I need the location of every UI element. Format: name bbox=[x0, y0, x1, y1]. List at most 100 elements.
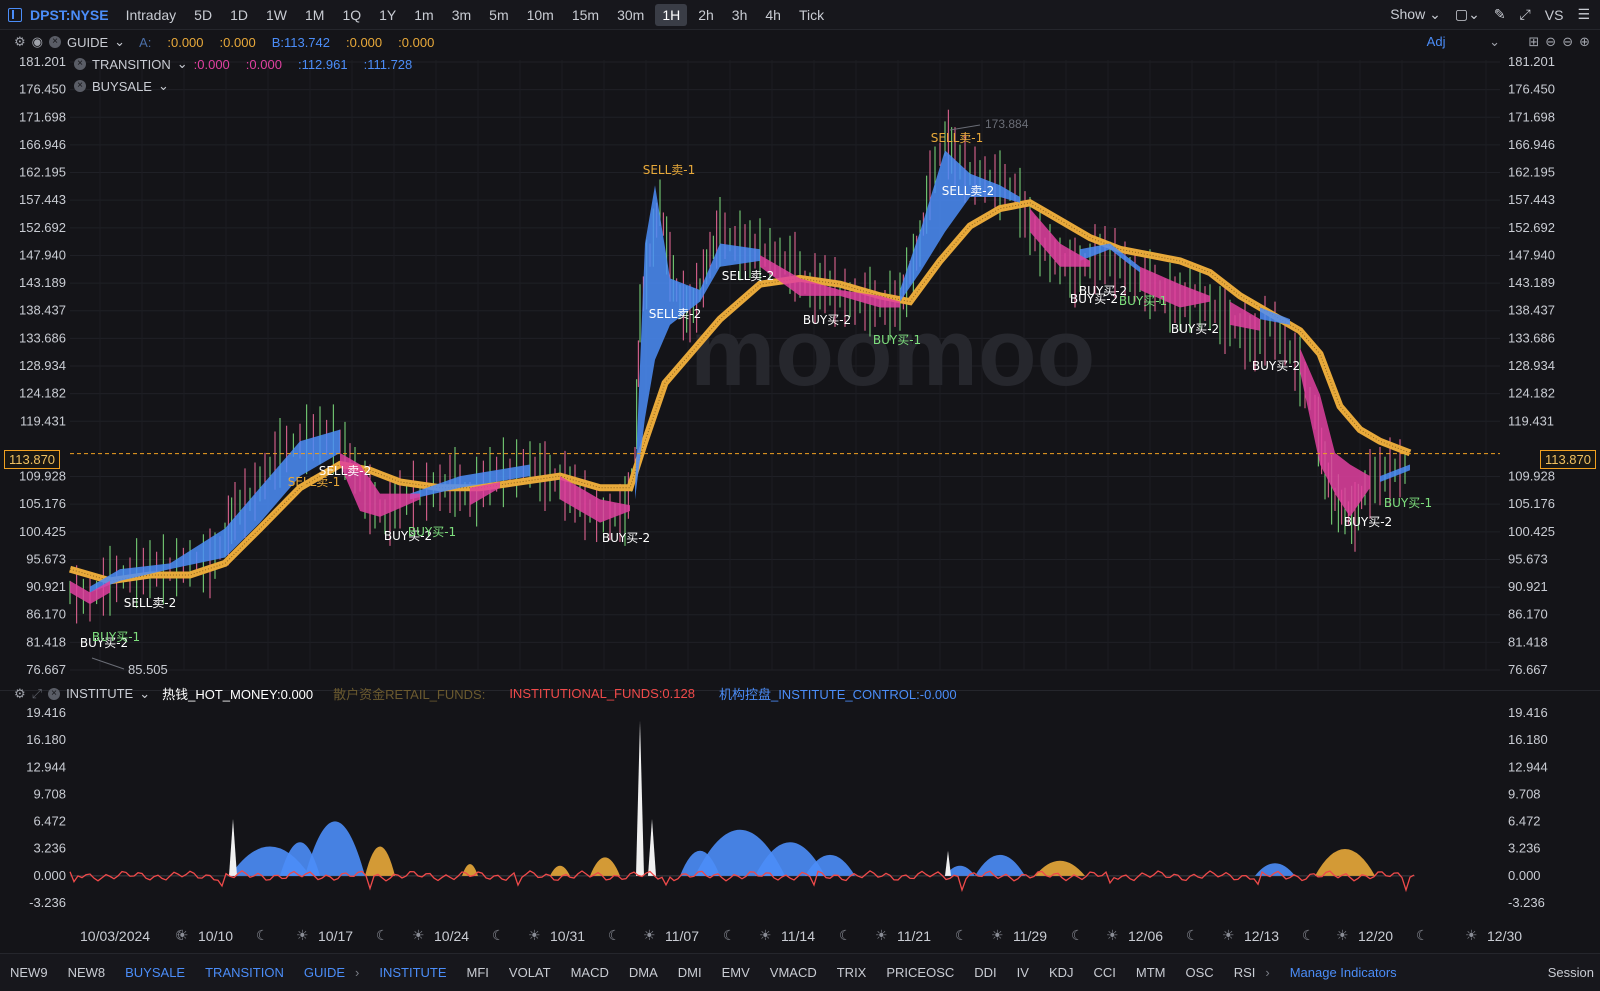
low-price-label: 85.505 bbox=[128, 662, 168, 677]
signal-label: BUY买-1 bbox=[1384, 496, 1432, 510]
tab-new8[interactable]: NEW8 bbox=[68, 965, 106, 980]
timeframe-1y[interactable]: 1Y bbox=[372, 4, 403, 26]
night-session-icon: ☾ bbox=[492, 927, 505, 943]
timeframe-1d[interactable]: 1D bbox=[223, 4, 255, 26]
adj-dropdown[interactable]: Adj ⌄ bbox=[1427, 34, 1500, 50]
tab-transition[interactable]: TRANSITION bbox=[205, 965, 284, 980]
price-axis-left-label: 171.698 bbox=[19, 109, 66, 124]
tab-emv[interactable]: EMV bbox=[722, 965, 750, 980]
tab-volat[interactable]: VOLAT bbox=[509, 965, 551, 980]
tab-macd[interactable]: MACD bbox=[571, 965, 609, 980]
guide-name[interactable]: GUIDE bbox=[67, 35, 108, 50]
signal-label: SELL卖-1 bbox=[643, 163, 696, 177]
close-icon[interactable]: × bbox=[74, 58, 86, 70]
tab-institute[interactable]: INSTITUTE bbox=[379, 965, 446, 980]
tab-ddi[interactable]: DDI bbox=[974, 965, 996, 980]
sub-axis-right-label: 19.416 bbox=[1508, 705, 1548, 720]
window-icon[interactable]: ▢⌄ bbox=[1455, 6, 1480, 23]
price-axis-left-label: 147.940 bbox=[19, 247, 66, 262]
main-chart[interactable]: 181.201 181.201 176.450 176.450 171.698 171.6… bbox=[0, 30, 1600, 690]
tab-cci[interactable]: CCI bbox=[1094, 965, 1116, 980]
tab-osc[interactable]: OSC bbox=[1186, 965, 1214, 980]
tab-buysale[interactable]: BUYSALE bbox=[125, 965, 185, 980]
institute-chart-svg[interactable]: 19.416 19.416 16.180 16.180 12.944 12.944 9.70… bbox=[0, 691, 1600, 916]
settings-icon[interactable]: ⚙ bbox=[14, 34, 26, 50]
timeframe-15m[interactable]: 15m bbox=[565, 4, 606, 26]
chevron-right-icon[interactable]: › bbox=[1265, 965, 1269, 980]
close-icon[interactable]: × bbox=[48, 687, 61, 700]
fullscreen-icon[interactable]: ⤢ bbox=[1520, 6, 1531, 23]
timeframe-2h[interactable]: 2h bbox=[691, 4, 721, 26]
hot-money-spike bbox=[945, 850, 951, 876]
timeframe-1q[interactable]: 1Q bbox=[335, 4, 368, 26]
signal-label: SELL卖-2 bbox=[319, 464, 372, 478]
institute-panel[interactable]: 19.416 19.416 16.180 16.180 12.944 12.944 9.70… bbox=[0, 686, 1600, 916]
layout-icon[interactable] bbox=[8, 7, 22, 22]
close-icon[interactable]: × bbox=[49, 36, 61, 48]
tab-trix[interactable]: TRIX bbox=[837, 965, 867, 980]
expand-icon[interactable]: ⤢ bbox=[32, 686, 42, 702]
manage-indicators-button[interactable]: Manage Indicators bbox=[1290, 965, 1397, 980]
timeframe-3h[interactable]: 3h bbox=[725, 4, 755, 26]
transition-val-1: :0.000 bbox=[193, 56, 230, 72]
price-axis-right-label: 171.698 bbox=[1508, 109, 1555, 124]
timeframe-tick[interactable]: Tick bbox=[792, 4, 831, 26]
price-axis-right-label: 119.431 bbox=[1508, 413, 1554, 428]
day-session-icon: ☀ bbox=[528, 927, 541, 943]
timeframe-4h[interactable]: 4h bbox=[758, 4, 788, 26]
timeframe-1m[interactable]: 1M bbox=[298, 4, 331, 26]
institute-name[interactable]: INSTITUTE bbox=[66, 686, 133, 701]
tab-iv[interactable]: IV bbox=[1017, 965, 1029, 980]
date-label: 10/03/2024 bbox=[80, 928, 151, 944]
pencil-icon[interactable]: ✎ bbox=[1494, 6, 1506, 23]
vs-button[interactable]: VS bbox=[1545, 7, 1564, 23]
close-icon[interactable]: × bbox=[74, 80, 86, 92]
chart-type-icon[interactable]: ⊞ bbox=[1528, 34, 1539, 50]
zoom-in-icon[interactable]: ⊕ bbox=[1579, 34, 1590, 50]
transition-name[interactable]: TRANSITION bbox=[92, 57, 171, 72]
timeframe-3m[interactable]: 3m bbox=[445, 4, 478, 26]
tab-dmi[interactable]: DMI bbox=[678, 965, 702, 980]
day-session-icon: ☀ bbox=[1465, 927, 1478, 943]
settings-icon[interactable]: ⚙ bbox=[14, 686, 26, 702]
show-dropdown[interactable]: Show ⌄ bbox=[1390, 6, 1441, 23]
day-session-icon: ☀ bbox=[1106, 927, 1119, 943]
tab-rsi[interactable]: RSI bbox=[1234, 965, 1256, 980]
timeframe-30m[interactable]: 30m bbox=[610, 4, 651, 26]
timeframe-1m[interactable]: 1m bbox=[407, 4, 440, 26]
tab-kdj[interactable]: KDJ bbox=[1049, 965, 1074, 980]
zoom-out-icon[interactable]: ⊖ bbox=[1562, 34, 1573, 50]
tab-dma[interactable]: DMA bbox=[629, 965, 658, 980]
day-session-icon: ☀ bbox=[1222, 927, 1235, 943]
timeframe-1w[interactable]: 1W bbox=[259, 4, 294, 26]
signal-label: SELL卖-1 bbox=[931, 131, 984, 145]
symbol-label[interactable]: DPST:NYSE bbox=[30, 7, 109, 23]
price-axis-right-label: 166.946 bbox=[1508, 137, 1555, 152]
timeframe-5m[interactable]: 5m bbox=[482, 4, 515, 26]
menu-icon[interactable]: ☰ bbox=[1577, 6, 1590, 23]
timeframe-intraday[interactable]: Intraday bbox=[119, 4, 184, 26]
price-chart-svg[interactable]: 181.201 181.201 176.450 176.450 171.698 171.6… bbox=[0, 30, 1600, 690]
session-button[interactable]: Session bbox=[1548, 965, 1594, 980]
tab-mfi[interactable]: MFI bbox=[467, 965, 489, 980]
tab-new9[interactable]: NEW9 bbox=[10, 965, 48, 980]
chevron-right-icon[interactable]: › bbox=[355, 965, 359, 980]
sub-axis-right-label: 12.944 bbox=[1508, 759, 1548, 774]
timeframe-5d[interactable]: 5D bbox=[187, 4, 219, 26]
tab-priceosc[interactable]: PRICEOSC bbox=[886, 965, 954, 980]
date-label: 10/10 bbox=[198, 928, 234, 944]
zoom-reset-icon[interactable]: ⊖ bbox=[1545, 34, 1556, 50]
signal-label: SELL卖-2 bbox=[649, 307, 702, 321]
price-axis-left-label: 157.443 bbox=[19, 192, 66, 207]
tab-guide[interactable]: GUIDE bbox=[304, 965, 345, 980]
tab-mtm[interactable]: MTM bbox=[1136, 965, 1166, 980]
date-label: 10/24 bbox=[434, 928, 470, 944]
low-marker-line bbox=[91, 657, 125, 670]
retail-funds-value: 散户资金RETAIL_FUNDS: bbox=[333, 687, 486, 702]
timeframe-1h[interactable]: 1H bbox=[655, 3, 688, 26]
buysale-name[interactable]: BUYSALE bbox=[92, 79, 152, 94]
day-session-icon: ☀ bbox=[1336, 927, 1349, 943]
tab-vmacd[interactable]: VMACD bbox=[770, 965, 817, 980]
eye-icon[interactable]: ◉ bbox=[32, 34, 43, 50]
timeframe-10m[interactable]: 10m bbox=[520, 4, 561, 26]
